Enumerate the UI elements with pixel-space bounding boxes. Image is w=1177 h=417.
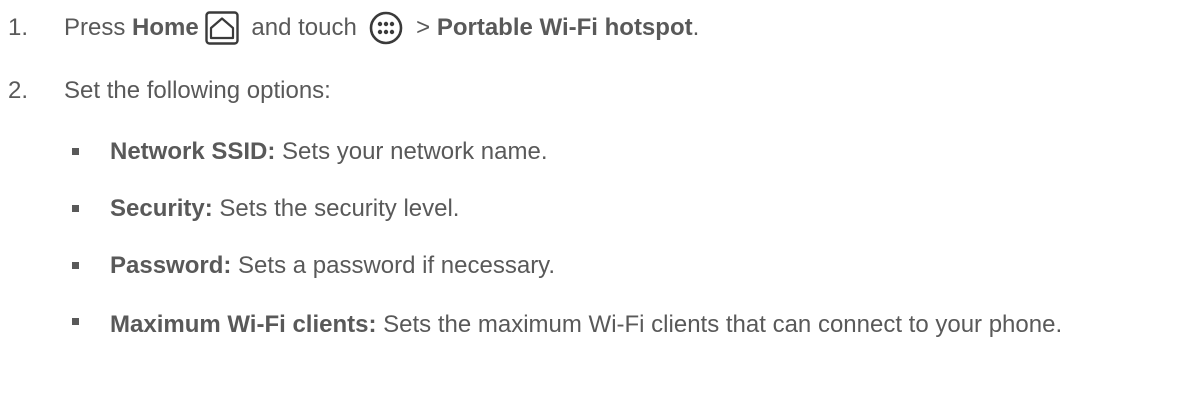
- option-text: Maximum Wi-Fi clients: Sets the maximum …: [110, 307, 1150, 342]
- option-text: Security: Sets the security level.: [110, 194, 459, 224]
- option-label: Maximum Wi-Fi clients:: [110, 311, 377, 338]
- step-text-period: .: [692, 14, 700, 41]
- apps-launcher-icon: [369, 11, 403, 45]
- step-text: Set the following options:: [64, 77, 331, 104]
- option-description: Sets the maximum Wi-Fi clients that can …: [376, 311, 1063, 338]
- bullet-marker: [72, 205, 79, 212]
- bullet-marker: [72, 148, 79, 155]
- step-text-press: Press: [64, 14, 133, 41]
- option-label: Network SSID:: [110, 138, 276, 165]
- bullet-marker: [72, 262, 79, 269]
- option-description: Sets the security level.: [212, 195, 460, 222]
- option-text: Password: Sets a password if necessary.: [110, 251, 555, 281]
- step-number: 2.: [8, 77, 29, 104]
- option-label: Password:: [110, 252, 232, 279]
- option-description: Sets your network name.: [275, 138, 548, 165]
- step-1-text: Press Home and touch > Portable Wi-Fi ho…: [64, 11, 700, 45]
- home-label: Home: [132, 14, 199, 41]
- portable-hotspot-label: Portable Wi-Fi hotspot: [436, 14, 693, 41]
- option-label: Security:: [110, 195, 213, 222]
- option-description: Sets a password if necessary.: [231, 252, 556, 279]
- step-text-arrow: >: [409, 14, 437, 41]
- step-text-and-touch: and touch: [244, 14, 364, 41]
- home-button-icon: [205, 11, 239, 45]
- bullet-marker: [72, 318, 79, 325]
- option-text: Network SSID: Sets your network name.: [110, 137, 548, 167]
- step-number: 1.: [8, 14, 29, 41]
- step-2-text: Set the following options:: [64, 76, 331, 106]
